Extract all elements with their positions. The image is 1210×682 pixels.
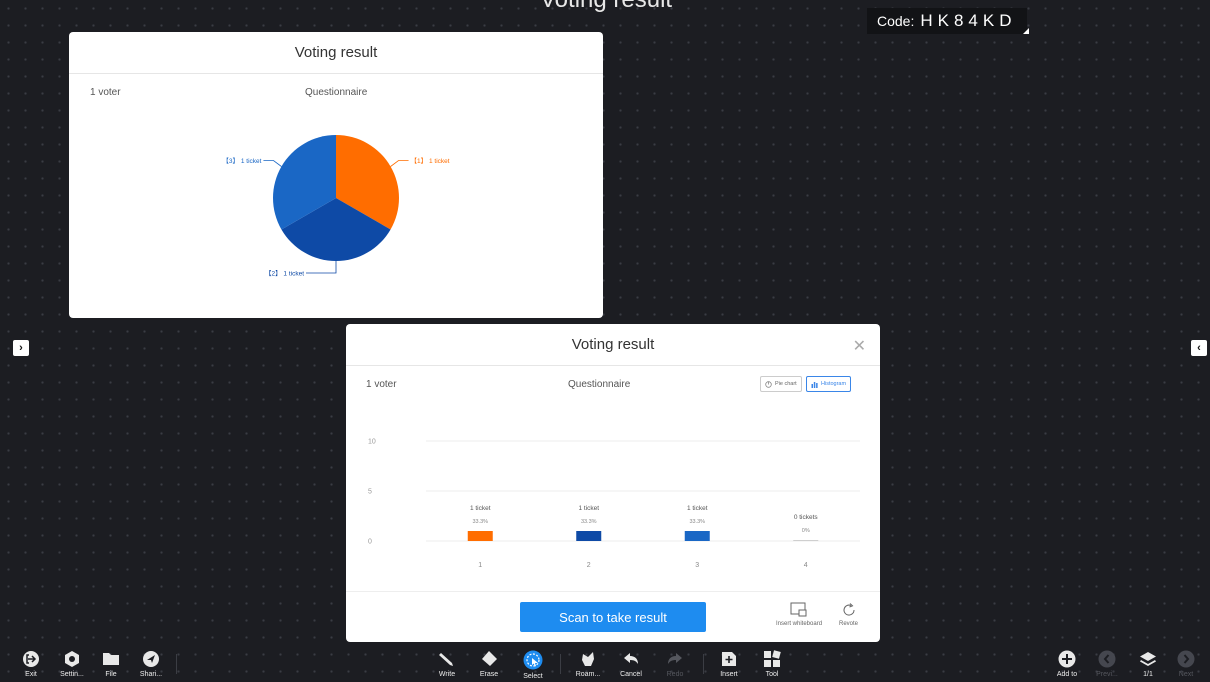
code-value: HK84KD [920,11,1017,30]
x-tick-label: 3 [695,562,699,569]
add-icon [1058,650,1076,668]
bar [467,531,493,541]
pie-result-panel: Voting result 1 voter Questionnaire 【1】 … [69,32,603,318]
x-tick-label: 1 [478,562,482,569]
cancel-label: Cancel [620,671,642,678]
y-tick-label: 0 [368,539,372,546]
exit-label: Exit [25,671,37,678]
gear-icon [65,651,79,667]
bar-ticket-label: 1 ticket [578,505,599,512]
next-page-button[interactable]: Next [1166,650,1206,678]
hand-icon [582,652,594,666]
settings-button[interactable]: Settin... [52,650,92,678]
bar-ticket-label: 0 tickets [794,514,819,521]
tool-button[interactable]: Tool [752,650,792,678]
y-tick-label: 5 [368,489,372,496]
eraser-icon [482,651,497,666]
exit-button[interactable]: Exit [11,650,51,678]
scan-to-take-result-button[interactable]: Scan to take result [520,602,706,632]
histogram-result-panel: Voting result ✕ 1 voter Questionnaire Pi… [346,324,880,642]
undo-icon [624,653,638,664]
code-label: Code: [877,13,915,29]
write-label: Write [438,671,456,678]
add-page-button[interactable]: Add to [1047,650,1087,678]
bar-percent-label: 33.3% [472,519,488,525]
roam-label: Roam... [575,671,601,678]
pie-leader-line [390,160,409,167]
next-label: Next [1178,671,1194,678]
bar-percent-label: 0% [802,528,810,534]
previous-page-button[interactable]: Previ... [1087,650,1127,678]
bar-ticket-label: 1 ticket [687,505,708,512]
redo-icon [668,653,682,664]
page-indicator: 1/1 [1143,671,1153,678]
share-button[interactable]: Shari... [131,650,171,678]
bar-chart: 0 5 10 33.3% 1 ticket 1 33.3% 1 ticket 2 33.3% 1 t… [368,439,860,569]
write-button[interactable]: Write [427,650,467,678]
insert-label: Insert [720,671,738,678]
left-panel-expand-icon[interactable]: › [13,340,29,356]
add-to-label: Add to [1056,671,1078,678]
pie-leader-line [306,261,337,274]
toolbar-divider [703,654,704,674]
pie-slice-label: 【3】 1 ticket [222,157,261,165]
window-title: Voting result [540,0,672,14]
tools-grid-icon [764,650,781,667]
pie-slice-label: 【2】 1 ticket [265,270,304,278]
x-tick-label: 4 [804,562,808,569]
bar-ticket-label: 1 ticket [470,505,491,512]
bar [793,540,819,541]
insert-button[interactable]: Insert [709,650,749,678]
x-tick-label: 2 [587,562,591,569]
pie-chart: 【1】 1 ticket 【2】 1 ticket 【3】 1 ticket [222,135,450,278]
share-icon [143,651,159,667]
revote-label: Revote [839,621,859,627]
settings-label: Settin... [60,671,84,678]
layers-icon [1140,652,1156,666]
erase-button[interactable]: Erase [469,650,509,678]
share-label: Shari... [139,671,163,678]
bar [576,531,602,541]
previous-label: Previ... [1096,671,1118,678]
select-label: Select [523,673,543,680]
bar [684,531,710,541]
insert-whiteboard-icon [790,602,807,617]
file-label: File [105,671,117,678]
footer-divider [346,591,880,592]
room-code: Code: HK84KD [867,8,1029,34]
toolbar-divider [560,654,561,674]
chevron-right-icon [1177,650,1195,668]
y-tick-label: 10 [368,439,376,446]
tool-label: Tool [765,671,779,678]
select-button[interactable]: Select [513,650,553,680]
revote-button[interactable]: Revote [839,602,858,627]
resize-corner-icon[interactable] [1022,28,1029,34]
exit-icon [23,651,39,667]
redo-label: Redo [666,671,684,678]
pie-slice-label: 【1】 1 ticket [411,157,450,165]
folder-icon [103,653,119,665]
bar-percent-label: 33.3% [581,519,597,525]
revote-icon [843,603,855,616]
pen-icon [439,653,453,666]
erase-label: Erase [479,671,499,678]
select-icon [523,650,543,670]
pages-button[interactable]: 1/1 [1128,650,1168,678]
bar-percent-label: 33.3% [689,519,705,525]
insert-whiteboard-button[interactable]: Insert whiteboard [776,602,822,627]
right-panel-expand-icon[interactable]: ‹ [1191,340,1207,356]
insert-whiteboard-label: Insert whiteboard [776,621,823,627]
cancel-button[interactable]: Cancel [611,650,651,678]
pie-leader-line [263,160,282,167]
insert-icon [722,652,736,666]
file-button[interactable]: File [91,650,131,678]
chevron-left-icon [1098,650,1116,668]
redo-button[interactable]: Redo [655,650,695,678]
roam-button[interactable]: Roam... [568,650,608,678]
toolbar-divider [176,654,177,674]
